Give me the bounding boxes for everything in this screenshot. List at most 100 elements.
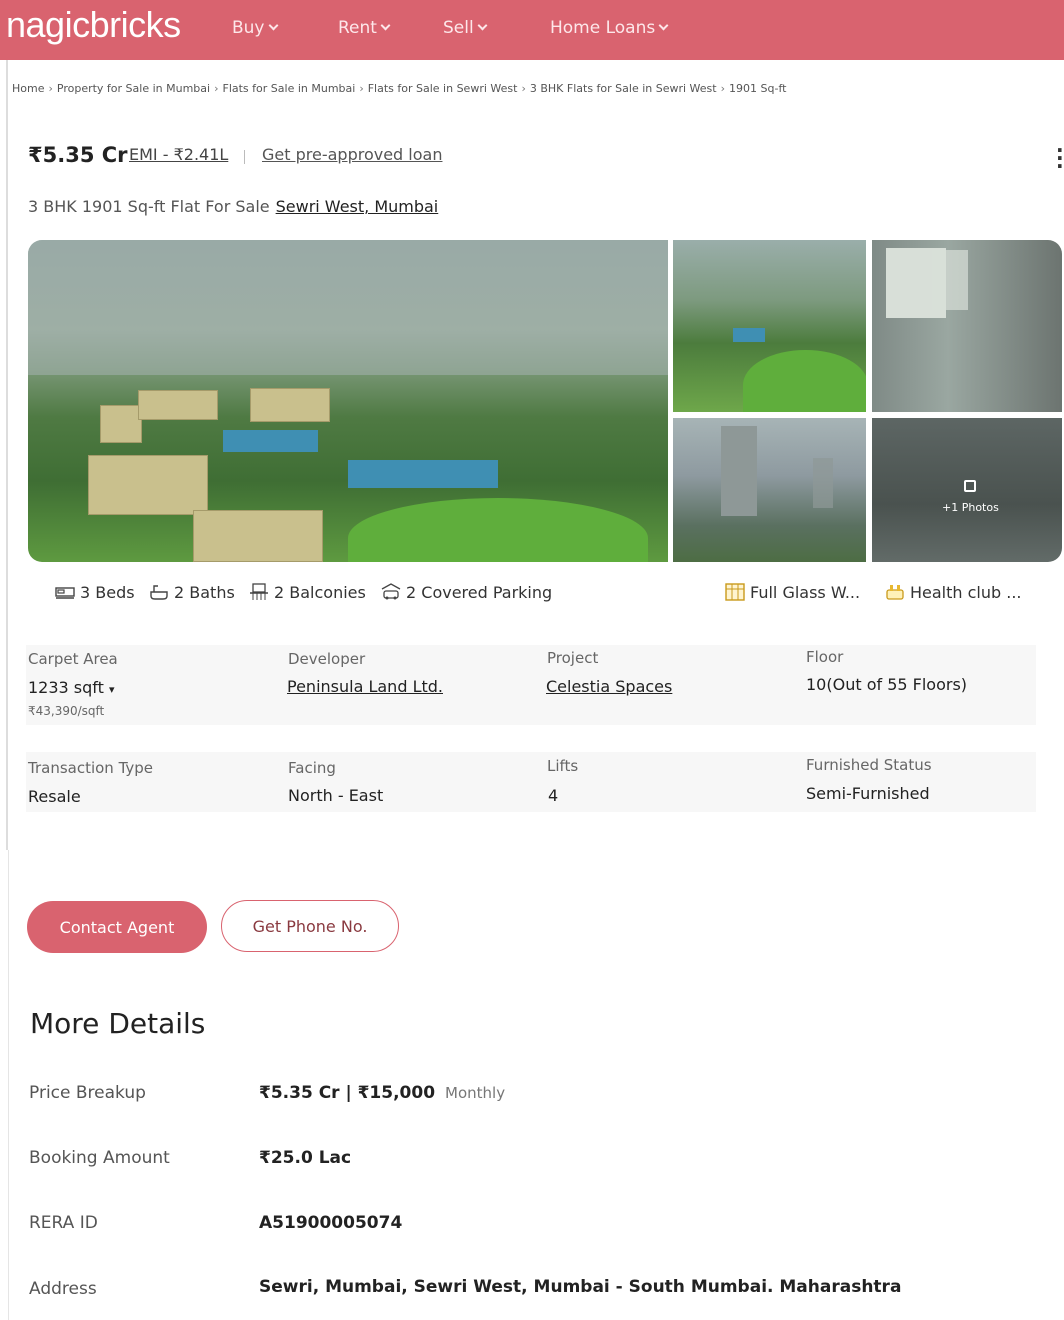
gallery-thumbnail[interactable] — [673, 418, 866, 562]
photo-roof — [223, 430, 318, 452]
contact-agent-button[interactable]: Contact Agent — [27, 901, 207, 953]
site-logo[interactable]: nagicbricks — [6, 4, 181, 46]
breadcrumb-separator: › — [521, 82, 526, 95]
photo-gallery: +1 Photos — [28, 240, 1062, 562]
amenity-balconies: 2 Balconies — [248, 582, 366, 602]
amenity-baths: 2 Baths — [148, 582, 235, 602]
price-breakup-label: Price Breakup — [29, 1083, 146, 1103]
nav-sell[interactable]: Sell — [443, 18, 488, 38]
transaction-type-label: Transaction Type — [28, 759, 154, 777]
gallery-thumbnail[interactable] — [872, 240, 1062, 412]
price-breakup-note: Monthly — [445, 1084, 506, 1102]
breadcrumb-item[interactable]: Property for Sale in Mumbai — [57, 82, 210, 95]
amenity-health-club: Health club ... — [884, 582, 1022, 602]
balcony-icon — [250, 583, 268, 600]
breadcrumb-item[interactable]: 3 BHK Flats for Sale in Sewri West — [530, 82, 717, 95]
chevron-down-icon — [268, 20, 278, 31]
lifts-label: Lifts — [547, 757, 579, 775]
more-photos-badge: +1 Photos — [942, 480, 999, 514]
carpet-area-text: 1233 sqft — [28, 678, 104, 697]
listing-title: 3 BHK 1901 Sq-ft Flat For Sale Sewri West… — [28, 197, 438, 216]
preapproved-loan-link[interactable]: Get pre-approved loan — [262, 145, 442, 164]
photo-building — [100, 405, 142, 443]
lifts-value: 4 — [548, 786, 559, 805]
listing-title-text: 3 BHK 1901 Sq-ft Flat For Sale — [28, 197, 270, 216]
breadcrumb-separator: › — [214, 82, 219, 95]
gallery-thumbnail-more[interactable]: +1 Photos — [872, 418, 1062, 562]
window-icon — [725, 583, 745, 601]
photo-building — [88, 455, 208, 515]
amenity-parking: 2 Covered Parking — [380, 582, 552, 602]
page-border — [6, 60, 8, 850]
developer-link[interactable]: Peninsula Land Ltd. — [287, 677, 443, 696]
floor-label: Floor — [806, 648, 844, 666]
photo-tower — [813, 458, 833, 508]
nav-buy-label: Buy — [232, 18, 265, 38]
amenity-label: Full Glass W... — [750, 582, 861, 602]
carpet-area-label: Carpet Area — [28, 650, 118, 668]
location-link[interactable]: Sewri West, Mumbai — [276, 197, 439, 216]
listing-price: ₹5.35 Cr — [28, 143, 128, 167]
address-value: Sewri, Mumbai, Sewri West, Mumbai - Sout… — [259, 1277, 902, 1297]
breadcrumb-current: 1901 Sq-ft — [729, 82, 787, 95]
amenity-label: 3 Beds — [80, 582, 135, 602]
chevron-down-icon: ▾ — [109, 683, 115, 696]
breadcrumb: Home › Property for Sale in Mumbai › Flats f… — [12, 82, 786, 95]
amenity-glass-windows: Full Glass W... — [724, 582, 860, 602]
amenity-label: 2 Balconies — [274, 582, 366, 602]
nav-rent-label: Rent — [338, 18, 377, 38]
divider — [244, 150, 245, 164]
photo-lawn — [348, 498, 648, 562]
breadcrumb-separator: › — [720, 82, 726, 95]
emi-link[interactable]: EMI - ₹2.41L — [129, 145, 228, 164]
top-navbar: nagicbricks Buy Rent Sell Home Loans — [0, 0, 1064, 60]
price-breakup-value: ₹5.35 Cr | ₹15,000 Monthly — [259, 1083, 505, 1103]
photo-roof — [348, 460, 498, 488]
amenities-bar: 3 Beds 2 Baths 2 Balconies 2 Covered Par… — [46, 562, 1046, 622]
rera-id-label: RERA ID — [29, 1213, 98, 1233]
photo-roof — [733, 328, 765, 342]
nav-home-loans-label: Home Loans — [550, 18, 656, 38]
get-phone-button[interactable]: Get Phone No. — [221, 900, 399, 952]
nav-rent[interactable]: Rent — [338, 18, 391, 38]
gallery-thumbnail[interactable] — [673, 240, 866, 412]
furnished-status-value: Semi-Furnished — [806, 784, 930, 803]
project-link[interactable]: Celestia Spaces — [546, 677, 672, 696]
amenity-label: Health club ... — [910, 582, 1022, 602]
photo-building — [193, 510, 323, 562]
chevron-down-icon — [477, 20, 488, 31]
breadcrumb-item[interactable]: Flats for Sale in Sewri West — [368, 82, 518, 95]
nav-sell-label: Sell — [443, 18, 474, 38]
photo-tower — [721, 426, 757, 516]
photo-lawn — [743, 350, 866, 412]
facing-value: North - East — [288, 786, 384, 805]
booking-amount-label: Booking Amount — [29, 1148, 170, 1168]
breadcrumb-item[interactable]: Home — [12, 82, 44, 95]
carpet-area-value[interactable]: 1233 sqft ▾ — [28, 678, 115, 697]
transaction-type-value: Resale — [28, 787, 81, 806]
photo-sky — [28, 240, 668, 376]
health-club-icon — [886, 585, 904, 600]
more-details-title: More Details — [30, 1007, 206, 1040]
chevron-down-icon — [380, 20, 391, 31]
more-options-icon[interactable]: · · · — [1056, 140, 1064, 176]
page-border — [8, 850, 9, 1320]
breadcrumb-item[interactable]: Flats for Sale in Mumbai — [223, 82, 356, 95]
facing-label: Facing — [288, 759, 336, 777]
booking-amount-value: ₹25.0 Lac — [259, 1148, 352, 1168]
furnished-status-label: Furnished Status — [806, 756, 932, 774]
breadcrumb-separator: › — [48, 82, 53, 95]
price-per-sqft: ₹43,390/sqft — [28, 704, 105, 718]
rera-id-value: A51900005074 — [259, 1213, 403, 1233]
photo-building — [250, 388, 330, 422]
main-photo[interactable] — [28, 240, 668, 562]
nav-home-loans[interactable]: Home Loans — [550, 18, 669, 38]
price-breakup-text: ₹5.35 Cr | ₹15,000 — [259, 1083, 436, 1103]
nav-buy[interactable]: Buy — [232, 18, 278, 38]
car-icon — [381, 583, 401, 600]
photo-window — [932, 250, 968, 310]
amenity-label: 2 Baths — [174, 582, 235, 602]
bath-icon — [150, 585, 168, 600]
breadcrumb-separator: › — [359, 82, 364, 95]
chevron-down-icon — [658, 20, 669, 31]
